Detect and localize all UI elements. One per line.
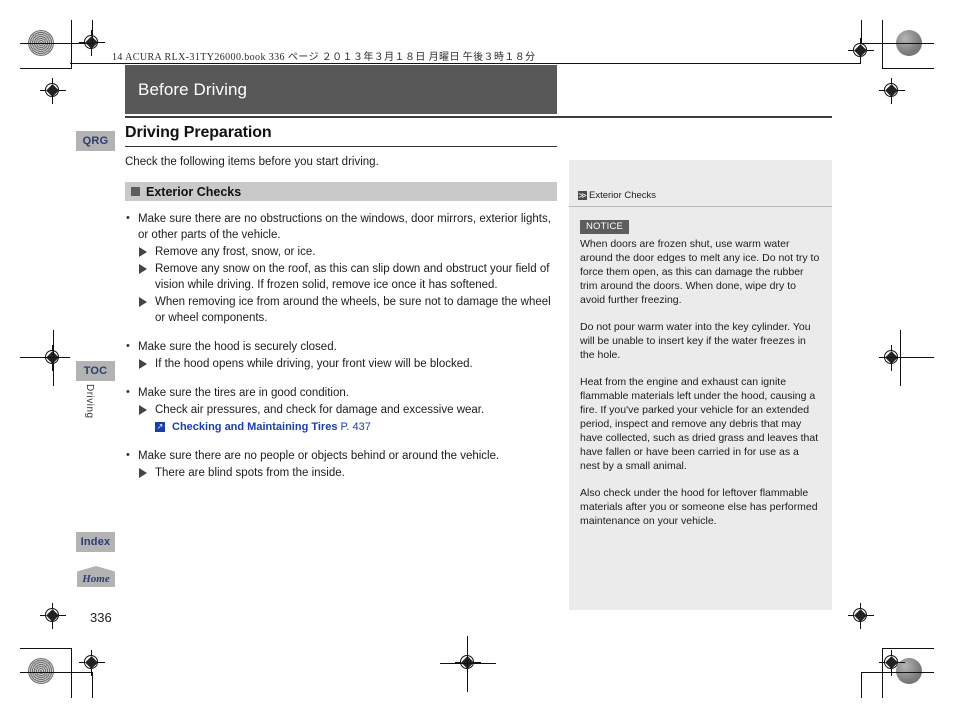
chapter-title: Before Driving <box>138 79 248 99</box>
subsection-header-label: Exterior Checks <box>146 184 242 199</box>
section-thumb-label-driving: Driving <box>84 384 95 419</box>
list-item: Make sure the tires are in good conditio… <box>125 384 557 435</box>
list-item: Make sure there are no obstructions on t… <box>125 210 557 326</box>
double-chevron-right-icon: ≫ <box>578 191 587 200</box>
sub-list-item: When removing ice from around the wheels… <box>138 294 557 326</box>
list-item: Make sure the hood is securely closed. I… <box>125 338 557 372</box>
sub-list-item-text: When removing ice from around the wheels… <box>155 296 551 324</box>
triangle-right-icon <box>139 405 147 415</box>
cross-reference-link[interactable]: ↗ Checking and Maintaining Tires P. 437 <box>155 420 557 435</box>
list-item: Make sure there are no people or objects… <box>125 447 557 481</box>
trim-line-bottom-left-v <box>71 648 72 698</box>
cross-reference-page: P. 437 <box>340 421 371 433</box>
chapter-banner-underline <box>125 116 832 118</box>
side-note-paragraph: Also check under the hood for leftover f… <box>580 487 818 527</box>
sub-list-item: Remove any frost, snow, or ice. <box>138 244 557 260</box>
triangle-right-icon <box>139 297 147 307</box>
side-note-header-row: ≫ Exterior Checks <box>578 190 656 201</box>
sub-list-item: If the hood opens while driving, your fr… <box>138 356 557 372</box>
registration-mark-bottom-right-upper <box>848 603 874 629</box>
jump-link-icon: ↗ <box>155 422 165 432</box>
sub-list-item: Check air pressures, and check for damag… <box>138 402 557 418</box>
list-item-text: Make sure the tires are in good conditio… <box>138 387 349 399</box>
tab-home[interactable]: Home <box>77 566 115 587</box>
triangle-right-icon <box>139 359 147 369</box>
trim-line-bottom-right-h2 <box>882 648 934 649</box>
list-item-text: Make sure the hood is securely closed. <box>138 341 337 353</box>
trim-tick-mid-right-v <box>900 330 901 386</box>
trim-line-bottom-right-v2 <box>861 672 862 698</box>
checklist: Make sure there are no obstructions on t… <box>125 210 557 481</box>
list-item-text: Make sure there are no people or objects… <box>138 450 500 462</box>
tab-qrg[interactable]: QRG <box>76 131 115 151</box>
trim-line-bottom-left-h2 <box>20 648 72 649</box>
trim-line-top-right-h2 <box>882 68 934 69</box>
sub-list-item-text: Remove any frost, snow, or ice. <box>155 246 316 258</box>
sub-list-item-text: If the hood opens while driving, your fr… <box>155 358 473 370</box>
trim-tick-bottom-center-v <box>467 636 468 692</box>
page-number: 336 <box>90 610 112 625</box>
intro-text: Check the following items before you sta… <box>125 156 379 168</box>
trim-line-top-left-v2 <box>92 20 93 44</box>
side-note-paragraph: Heat from the engine and exhaust can ign… <box>580 376 819 472</box>
subsection-header: Exterior Checks <box>125 182 557 201</box>
registration-mark-top-left-lower <box>40 78 66 104</box>
cross-reference-label: Checking and Maintaining Tires <box>172 421 338 433</box>
trim-line-mid-right <box>884 357 934 358</box>
trim-line-mid-left <box>20 357 70 358</box>
side-note-panel: ≫ Exterior Checks NOTICE When doors are … <box>569 160 832 610</box>
tab-index[interactable]: Index <box>76 532 115 552</box>
page-title-rule <box>125 146 557 147</box>
page-title: Driving Preparation <box>125 124 272 141</box>
trim-line-top-right-h <box>862 43 934 44</box>
color-target-dot-bottom-left <box>28 658 54 684</box>
side-note-header-label: Exterior Checks <box>589 190 657 201</box>
side-note-body: NOTICE When doors are frozen shut, use w… <box>569 207 832 528</box>
square-bullet-icon <box>131 187 140 196</box>
tab-home-label: Home <box>82 573 110 585</box>
side-note-paragraph: Do not pour warm water into the key cyli… <box>580 321 811 361</box>
tab-toc[interactable]: TOC <box>76 361 115 381</box>
print-file-info: 14 ACURA RLX-31TY26000.book 336 ページ ２０１３… <box>112 52 536 63</box>
registration-mark-mid-right <box>879 345 905 371</box>
triangle-right-icon <box>139 247 147 257</box>
triangle-right-icon <box>139 468 147 478</box>
trim-line-top-right-v <box>882 20 883 68</box>
sub-list-item-text: Remove any snow on the roof, as this can… <box>155 263 550 291</box>
notice-badge: NOTICE <box>580 220 630 234</box>
trim-line-bottom-left-v2 <box>92 672 93 698</box>
trim-line-bottom-right-v <box>882 648 883 698</box>
registration-mark-bottom-left-upper <box>40 603 66 629</box>
header-rule <box>70 63 860 64</box>
sub-list-item: Remove any snow on the roof, as this can… <box>138 261 557 293</box>
trim-line-top-left-v <box>71 20 72 68</box>
trim-line-bottom-right-h <box>862 672 934 673</box>
trim-line-bottom-left-h <box>20 672 92 673</box>
registration-mark-top-right-lower <box>879 78 905 104</box>
sub-list-item-text: Check air pressures, and check for damag… <box>155 404 485 416</box>
chapter-banner: Before Driving <box>125 65 557 114</box>
sub-list-item-text: There are blind spots from the inside. <box>155 467 345 479</box>
trim-tick-mid-left-v <box>53 330 54 386</box>
side-note-header: ≫ Exterior Checks <box>569 160 832 201</box>
main-content: Driving Preparation Check the following … <box>125 124 557 481</box>
triangle-right-icon <box>139 264 147 274</box>
trim-line-top-left-h2 <box>20 68 72 69</box>
list-item-text: Make sure there are no obstructions on t… <box>138 213 551 241</box>
trim-line-top-right-v2 <box>861 20 862 44</box>
trim-line-top-left-h <box>20 43 92 44</box>
side-note-paragraph: When doors are frozen shut, use warm wat… <box>580 238 820 306</box>
color-dot-bottom-right <box>896 658 922 684</box>
trim-line-bottom-center <box>440 663 496 664</box>
sub-list-item: There are blind spots from the inside. <box>138 465 557 481</box>
